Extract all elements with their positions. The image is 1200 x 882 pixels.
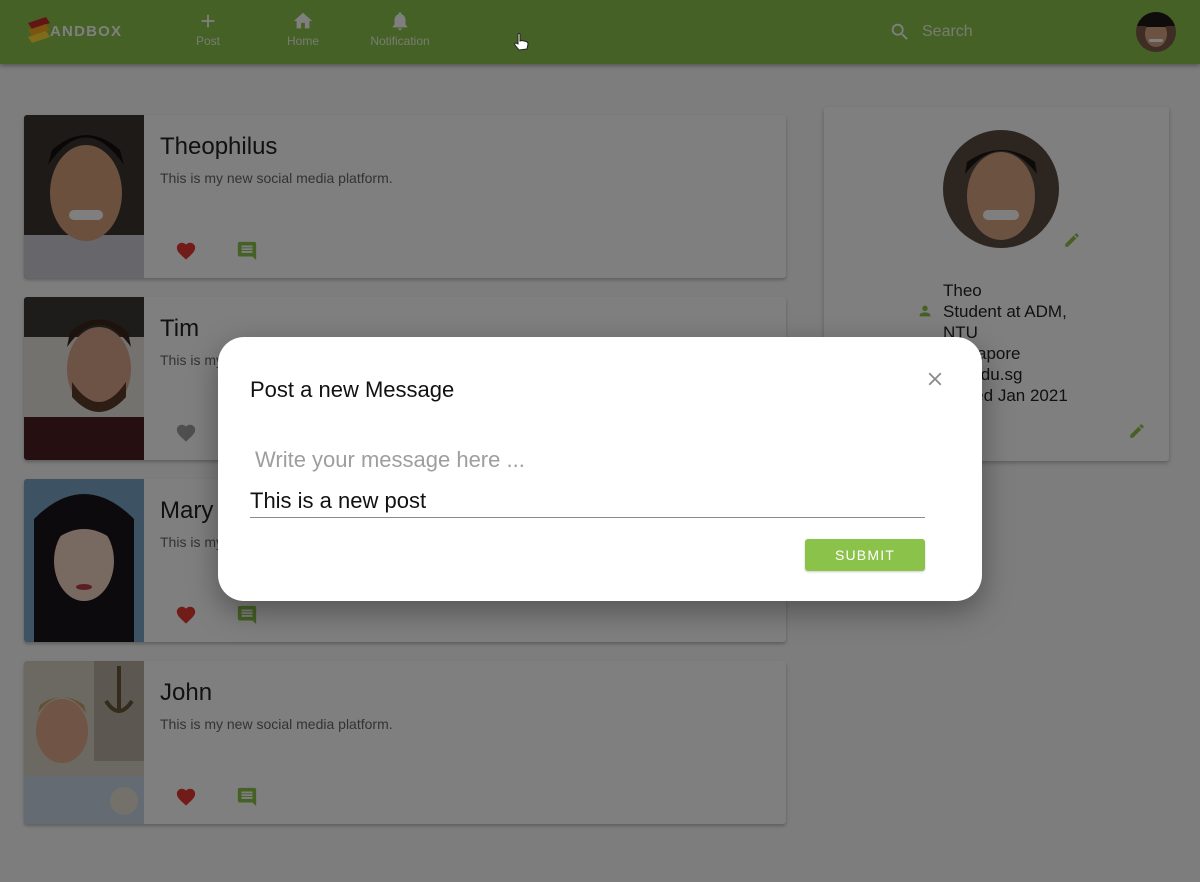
- message-input[interactable]: [250, 485, 925, 518]
- message-field-label: Write your message here ...: [255, 447, 525, 472]
- submit-button[interactable]: SUBMIT: [805, 539, 925, 571]
- new-post-dialog: Post a new Message Write your message he…: [218, 337, 982, 601]
- close-icon[interactable]: [924, 368, 946, 390]
- dialog-title: Post a new Message: [250, 377, 455, 402]
- pointer-cursor-icon: [514, 33, 529, 51]
